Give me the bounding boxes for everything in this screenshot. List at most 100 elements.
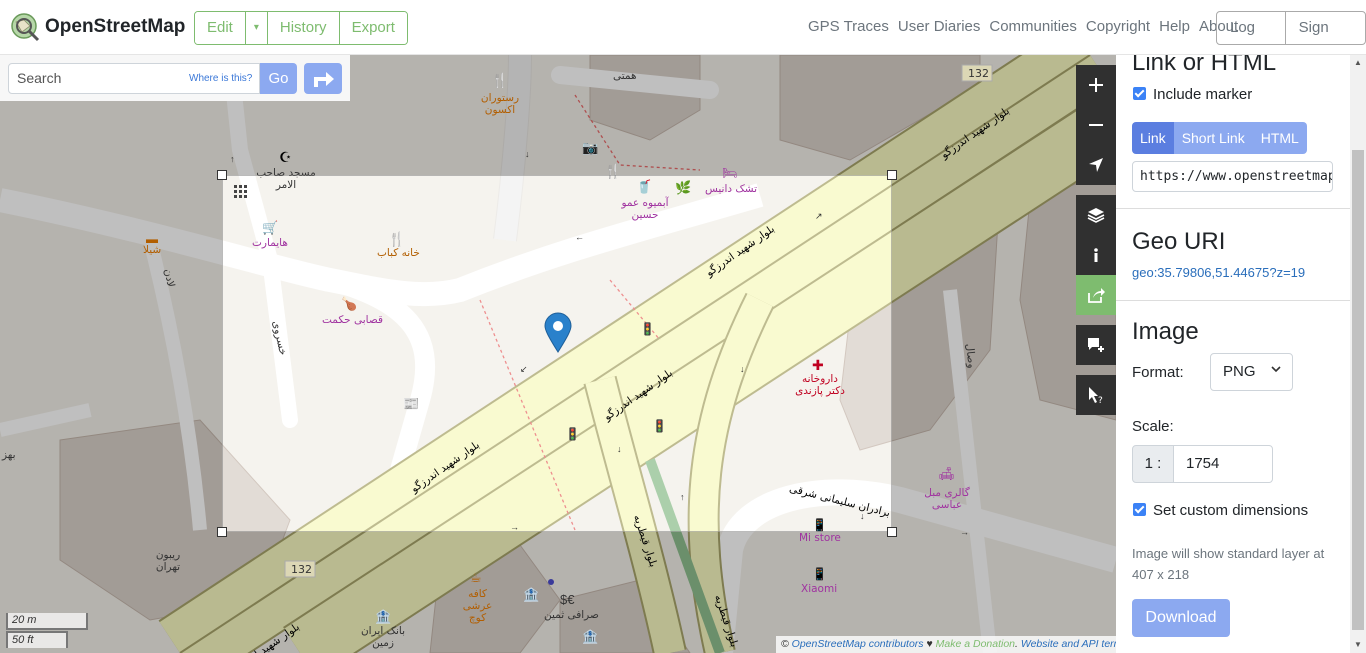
nav-communities[interactable]: Communities <box>989 18 1077 35</box>
layers-button[interactable] <box>1076 195 1116 235</box>
resize-handle-bottom-left[interactable] <box>217 527 227 537</box>
query-features-button[interactable]: ? <box>1076 375 1116 415</box>
resize-handle-top-left[interactable] <box>217 170 227 180</box>
scale-bar-metric: 20 m <box>6 613 88 630</box>
tab-short-link[interactable]: Short Link <box>1173 122 1253 154</box>
brand[interactable]: OpenStreetMap <box>10 12 185 43</box>
login-button[interactable]: Log In <box>1217 12 1286 44</box>
tab-link[interactable]: Link <box>1132 122 1174 154</box>
locate-button[interactable] <box>1076 145 1116 185</box>
header: OpenStreetMap Edit ▾ History Export GPS … <box>0 0 1366 55</box>
export-selection-area[interactable] <box>217 170 897 537</box>
info-icon <box>1094 248 1098 262</box>
svg-text:🏦: 🏦 <box>523 587 539 602</box>
image-size-note: Image will show standard layer at 407 x … <box>1132 546 1325 582</box>
nav-copyright[interactable]: Copyright <box>1086 18 1150 35</box>
map-label: وصال <box>963 343 978 369</box>
map-label: همتی <box>613 70 637 82</box>
heart-icon: ♥ <box>923 638 936 650</box>
svg-text:☕: ☕ <box>470 570 482 585</box>
brand-name: OpenStreetMap <box>45 16 186 37</box>
auth-buttons: Log In Sign Up <box>1216 11 1366 45</box>
map-attribution: © OpenStreetMap contributors ♥ Make a Do… <box>776 636 1116 653</box>
geo-uri-heading: Geo URI <box>1132 228 1226 255</box>
chevron-down-icon <box>1270 363 1282 378</box>
tab-html[interactable]: HTML <box>1252 122 1307 154</box>
osm-logo-icon <box>10 12 41 43</box>
scroll-down-icon[interactable]: ▼ <box>1354 640 1362 649</box>
include-marker-label: Include marker <box>1153 86 1253 103</box>
layers-icon <box>1087 208 1105 223</box>
directions-button[interactable] <box>304 63 342 94</box>
svg-text:🏦: 🏦 <box>375 609 391 624</box>
where-is-this-link[interactable]: Where is this? <box>189 73 252 84</box>
include-marker-checkbox[interactable] <box>1133 87 1146 100</box>
map-label: رستوران اکسون <box>480 92 520 116</box>
geo-uri-link[interactable]: geo:35.79806,51.44675?z=19 <box>1132 265 1305 280</box>
minus-icon <box>1089 124 1103 126</box>
resize-handle-bottom-right[interactable] <box>887 527 897 537</box>
search-bar: Search Where is this? Go <box>0 55 350 101</box>
share-icon <box>1088 288 1105 303</box>
history-button[interactable]: History <box>267 12 340 44</box>
format-value: PNG <box>1223 363 1256 380</box>
edit-button-group: Edit ▾ History Export <box>194 11 408 45</box>
map-label: شیلا <box>143 244 162 256</box>
scrollbar-thumb[interactable] <box>1352 150 1364 630</box>
attribution-prefix: © <box>781 638 792 650</box>
map-canvas[interactable]: ☪ ▬ 🛒 🍴 🍴 🍴 🥤 🌿 🛏 🍗 ✚ 🛋 📱 📱 ☕ 🏦 $€ 🏦 🏦 📷… <box>0 55 1116 653</box>
svg-text:📷: 📷 <box>582 140 598 155</box>
signup-button[interactable]: Sign Up <box>1286 12 1365 44</box>
location-arrow-icon <box>1089 158 1103 172</box>
export-button[interactable]: Export <box>339 12 407 44</box>
zoom-out-button[interactable] <box>1076 105 1116 145</box>
svg-text:☪: ☪ <box>279 149 292 165</box>
svg-text:🛋: 🛋 <box>938 466 955 481</box>
edit-button[interactable]: Edit <box>195 12 246 44</box>
map-label: صرافی ثمین <box>544 609 599 621</box>
link-or-html-heading: Link or HTML <box>1132 55 1277 76</box>
share-url-field[interactable]: https://www.openstreetmap.org/?mlat=35.7… <box>1132 161 1333 192</box>
map-label: ریبون تهران <box>155 549 181 573</box>
svg-text:→: → <box>960 527 969 537</box>
add-note-icon <box>1088 338 1104 352</box>
share-sidebar: Link or HTML Include marker Link Short L… <box>1116 55 1350 653</box>
contributors-link[interactable]: OpenStreetMap contributors <box>792 638 924 650</box>
plus-icon <box>1089 78 1103 92</box>
zoom-in-button[interactable] <box>1076 65 1116 105</box>
download-button[interactable]: Download <box>1132 599 1230 637</box>
scale-input[interactable]: 1754 <box>1173 445 1273 483</box>
image-heading: Image <box>1132 318 1199 345</box>
nav-gps-traces[interactable]: GPS Traces <box>808 18 889 35</box>
road-ref: 132 <box>291 563 312 576</box>
map-label: Xiaomi <box>801 583 838 595</box>
search-go-button[interactable]: Go <box>260 63 297 94</box>
map-label: بانک ایران زمین <box>360 625 406 649</box>
scale-label: Scale: <box>1132 418 1174 435</box>
custom-dimensions-checkbox[interactable] <box>1133 503 1146 516</box>
scroll-up-icon[interactable]: ▲ <box>1354 58 1362 67</box>
svg-text:📱: 📱 <box>812 567 827 581</box>
top-nav: GPS Traces User Diaries Communities Copy… <box>808 18 1247 35</box>
link-type-tabs: Link Short Link HTML <box>1132 122 1307 154</box>
query-cursor-icon: ? <box>1089 387 1103 404</box>
svg-text:↓: ↓ <box>525 149 530 159</box>
share-button[interactable] <box>1076 275 1116 315</box>
resize-handle-top-right[interactable] <box>887 170 897 180</box>
custom-dimensions-label: Set custom dimensions <box>1153 502 1309 519</box>
terms-link[interactable]: Website and API terms <box>1021 638 1116 650</box>
map-label: Mi store <box>799 532 841 544</box>
edit-dropdown-icon[interactable]: ▾ <box>245 12 268 44</box>
map-label: گالری مبل عباسی <box>924 487 970 511</box>
nav-help[interactable]: Help <box>1159 18 1190 35</box>
donate-link[interactable]: Make a Donation <box>936 638 1015 650</box>
format-label: Format: <box>1132 364 1184 381</box>
svg-text:?: ? <box>1098 396 1103 404</box>
map-key-button[interactable] <box>1076 235 1116 275</box>
add-note-button[interactable] <box>1076 325 1116 365</box>
format-select[interactable]: PNG <box>1210 353 1293 391</box>
nav-user-diaries[interactable]: User Diaries <box>898 18 981 35</box>
map-controls: ? <box>1076 65 1116 415</box>
scale-prefix: 1 : <box>1132 445 1174 483</box>
svg-text:🍴: 🍴 <box>491 72 508 89</box>
